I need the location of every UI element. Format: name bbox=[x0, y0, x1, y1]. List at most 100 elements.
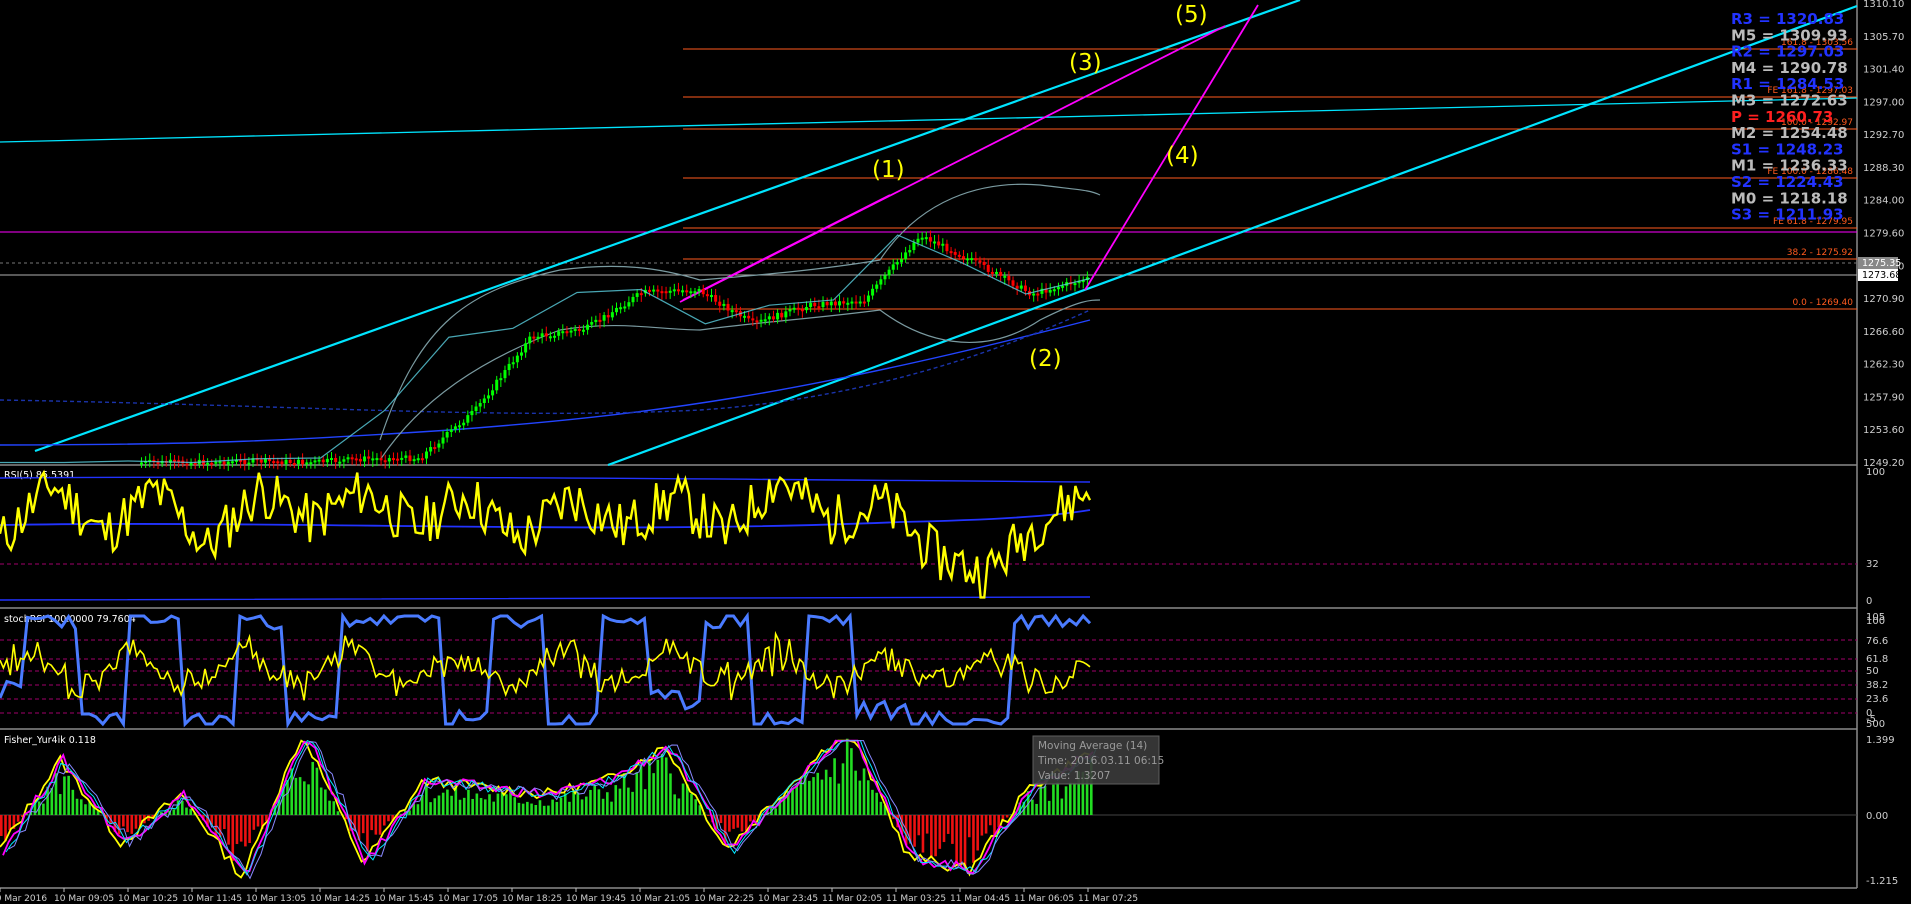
candle-body bbox=[206, 462, 210, 465]
candle-body bbox=[284, 459, 288, 465]
fisher-bar bbox=[387, 815, 390, 822]
candle-body bbox=[309, 462, 313, 465]
candle-body bbox=[771, 316, 775, 320]
candle-body bbox=[957, 254, 961, 257]
fisher-bar bbox=[180, 800, 184, 815]
candle-body bbox=[995, 271, 998, 274]
fisher-bar bbox=[122, 815, 125, 827]
fisher-bar bbox=[117, 815, 121, 835]
candle-body bbox=[722, 303, 726, 306]
candle-body bbox=[623, 306, 627, 309]
candle-body bbox=[317, 459, 321, 462]
rsi-tick: 0 bbox=[1866, 596, 1872, 607]
candle-body bbox=[524, 343, 528, 353]
candle-body bbox=[247, 462, 251, 465]
fisher-bar bbox=[984, 815, 988, 834]
candle-body bbox=[970, 258, 974, 261]
candle-body bbox=[660, 291, 664, 294]
pivot-label: M1 = 1236.33 bbox=[1731, 157, 1848, 175]
candle-body bbox=[883, 275, 887, 280]
fisher-bar bbox=[42, 803, 45, 815]
candle-body bbox=[718, 301, 722, 306]
fisher-bar bbox=[223, 815, 226, 830]
candle-body bbox=[648, 289, 652, 292]
candle-body bbox=[858, 301, 862, 304]
fisher-bar bbox=[227, 815, 230, 845]
fisher-bar bbox=[361, 815, 365, 834]
candle-body bbox=[338, 461, 342, 464]
fisher-bar bbox=[256, 815, 260, 827]
pivot-label: M3 = 1272.63 bbox=[1731, 92, 1848, 110]
stochrsi-tick: 76.6 bbox=[1866, 636, 1888, 647]
fisher-bar bbox=[572, 790, 575, 815]
candle-body bbox=[755, 320, 759, 323]
candle-body bbox=[218, 461, 222, 464]
candle-body bbox=[730, 310, 734, 313]
fisher-bar bbox=[972, 815, 975, 863]
fisher-bar bbox=[67, 775, 70, 815]
fisher-bar bbox=[744, 815, 748, 831]
candle-body bbox=[354, 458, 358, 461]
candle-body bbox=[776, 312, 780, 320]
candle-body bbox=[912, 242, 916, 251]
fisher-bar bbox=[871, 789, 874, 815]
candle-body bbox=[788, 309, 792, 312]
fisher-bar bbox=[589, 789, 592, 815]
price-tick: 1266.60 bbox=[1863, 327, 1904, 338]
candle-body bbox=[404, 455, 408, 458]
time-tick: 10 Mar 15:45 bbox=[374, 894, 434, 904]
fisher-bar bbox=[307, 784, 310, 815]
fisher-bar bbox=[719, 815, 723, 824]
candle-body bbox=[288, 459, 292, 463]
price-tick: 1301.40 bbox=[1863, 65, 1904, 76]
candle-body bbox=[259, 459, 263, 463]
time-tick: 10 Mar 23:45 bbox=[758, 894, 818, 904]
fisher-bar bbox=[580, 799, 584, 815]
fisher-bar bbox=[559, 797, 563, 815]
fisher-bar bbox=[462, 797, 466, 815]
candle-body bbox=[532, 336, 536, 339]
fisher-bar bbox=[298, 777, 302, 815]
candle-body bbox=[726, 303, 730, 311]
price-tick: 1270.90 bbox=[1863, 294, 1904, 305]
fisher-bar bbox=[820, 779, 824, 815]
fisher-bar bbox=[16, 815, 20, 822]
candle-body bbox=[499, 378, 503, 381]
stochrsi-tick: 50 bbox=[1866, 666, 1879, 677]
price-tick: 1288.30 bbox=[1863, 163, 1904, 174]
fisher-bar bbox=[837, 783, 841, 815]
candle-body bbox=[941, 243, 945, 246]
candle-body bbox=[276, 461, 280, 464]
stochrsi-tick: 23.6 bbox=[1866, 694, 1888, 705]
fisher-bar bbox=[1043, 785, 1047, 815]
candle-body bbox=[978, 260, 982, 263]
fisher-bar bbox=[286, 779, 289, 815]
candle-body bbox=[301, 459, 305, 465]
price-tick: 1262.30 bbox=[1863, 360, 1904, 371]
trading-chart[interactable]: 1310.10 1305.70 1301.40 1297.00 1292.70 1288.… bbox=[0, 0, 1911, 904]
candle-body bbox=[503, 370, 507, 379]
candle-body bbox=[495, 379, 499, 391]
fisher-bar bbox=[850, 748, 853, 815]
fisher-bar bbox=[938, 815, 942, 849]
fisher-bar bbox=[130, 815, 134, 834]
fisher-bar bbox=[1056, 782, 1059, 815]
candle-body bbox=[891, 264, 895, 270]
candle-body bbox=[1007, 275, 1011, 281]
fisher-bar bbox=[517, 802, 521, 815]
fisher-bar bbox=[930, 815, 933, 858]
fisher-bar bbox=[736, 815, 740, 828]
candle-body bbox=[800, 309, 804, 312]
candle-body bbox=[507, 363, 511, 371]
candle-body bbox=[367, 456, 371, 459]
candle-body bbox=[817, 306, 821, 309]
fisher-bar bbox=[593, 785, 596, 815]
candle-body bbox=[805, 307, 808, 311]
candle-body bbox=[990, 271, 994, 274]
fisher-bar bbox=[450, 795, 453, 815]
candle-body bbox=[796, 307, 800, 310]
fisher-bar bbox=[8, 815, 12, 831]
candle-body bbox=[639, 293, 643, 296]
fisher-bar bbox=[332, 801, 336, 815]
candle-body bbox=[900, 259, 903, 263]
